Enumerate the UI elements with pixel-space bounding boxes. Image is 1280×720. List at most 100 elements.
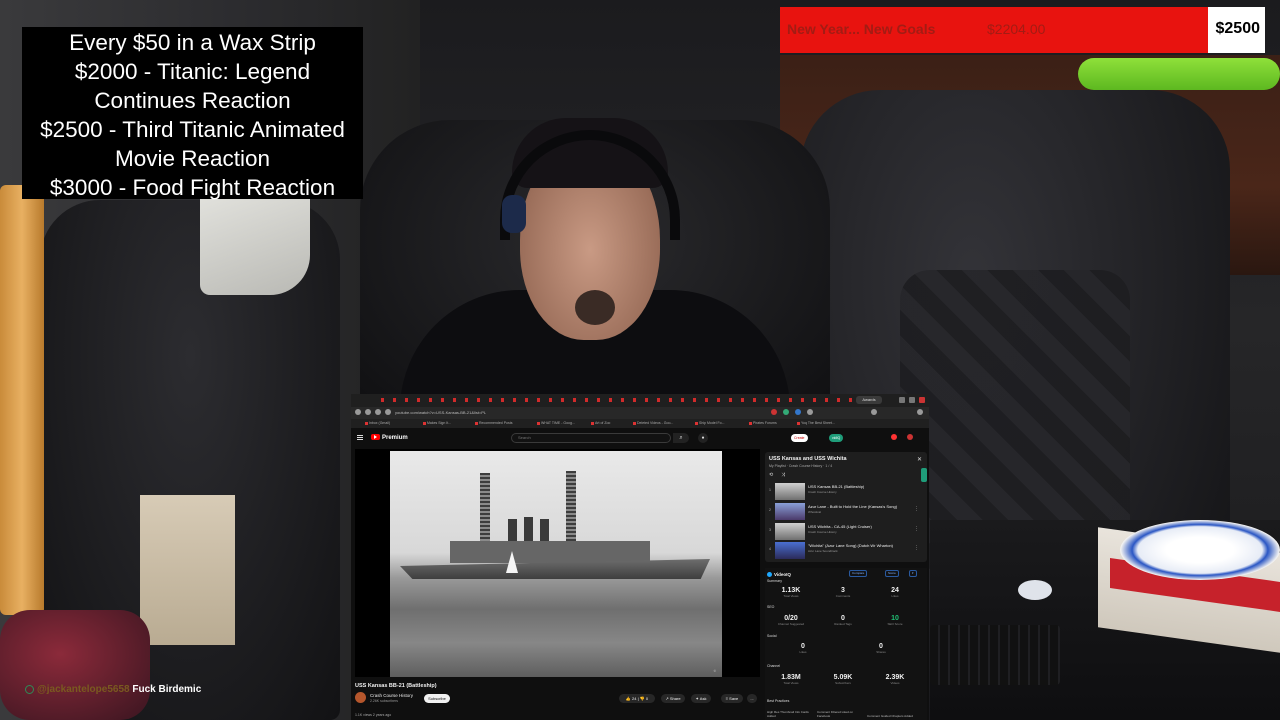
- loop-icon[interactable]: ⟲: [769, 472, 773, 478]
- vidiq-section-best-practices: Best Practices: [767, 699, 790, 703]
- vidiq-section-seo: SEO: [767, 605, 775, 609]
- playlist-item-title: "Wichita" (Azur Lane Song) (Dutch Wr Wha…: [808, 543, 894, 548]
- playlist-item-channel: Crash Course History: [808, 530, 837, 534]
- avatar[interactable]: [907, 434, 913, 440]
- bookmark-item[interactable]: WHAT TIME - Goog...: [537, 421, 575, 426]
- like-dislike-button[interactable]: 👍 24 | 👎 0: [619, 694, 655, 703]
- bookmark-item[interactable]: Deleted Videos - Goo...: [633, 421, 673, 426]
- bookmark-item[interactable]: Makes Sign It...: [423, 421, 451, 426]
- goal-list-overlay: Every $50 in a Wax Strip $2000 - Titanic…: [22, 27, 363, 200]
- youtube-play-icon: [371, 434, 380, 440]
- share-button[interactable]: ↗ Share: [661, 694, 685, 703]
- goal-line: $2000 - Titanic: Legend: [74, 59, 311, 84]
- playlist-thumbnail: [775, 523, 805, 540]
- playlist-title[interactable]: USS Kansas and USS Wichita: [769, 456, 847, 462]
- browser-window: Awards youtube.com/watch?v=USS-Kansas-BB…: [351, 394, 929, 720]
- playlist-index: 3: [769, 528, 771, 532]
- playlist-panel: USS Kansas and USS Wichita My Playlist ·…: [765, 452, 927, 562]
- ask-button[interactable]: ✦ Ask: [691, 694, 711, 703]
- notifications-icon[interactable]: [891, 434, 897, 440]
- stat-channel-subscribers: 5.09K Subscribers: [833, 674, 853, 685]
- close-icon[interactable]: ✕: [917, 456, 922, 463]
- playlist-scroll-handle[interactable]: [921, 468, 927, 482]
- playlist-item[interactable]: 1 USS Kansas BB-21 (Battleship) Crash Co…: [769, 482, 919, 500]
- extension-icon[interactable]: [783, 409, 789, 415]
- youtube-logo[interactable]: Premium: [371, 434, 408, 442]
- donation-goal-bar: New Year... New Goals $2204.00 $2500: [780, 7, 1265, 53]
- extension-icon[interactable]: [771, 409, 777, 415]
- playlist-thumbnail: [775, 503, 805, 520]
- vidiq-header: VideoIQ Compare Score ▾: [765, 568, 927, 582]
- shuffle-icon[interactable]: ⤨: [781, 472, 785, 478]
- playlist-item-channel: Azur Lane Soundtrack: [808, 549, 838, 553]
- back-icon[interactable]: [355, 409, 361, 415]
- home-icon[interactable]: [385, 409, 391, 415]
- search-button[interactable]: ⌕: [673, 433, 689, 443]
- playlist-item[interactable]: 2 Azur Lane - Built to Hold the Line (Ka…: [769, 502, 919, 520]
- bookmark-item[interactable]: Ship Model Fo...: [695, 421, 724, 426]
- url-field[interactable]: youtube.com/watch?v=USS-Kansas-BB-21&lis…: [395, 410, 725, 416]
- playlist-index: 4: [769, 547, 771, 551]
- headphone-cup: [502, 195, 526, 233]
- best-practice-item: Comment Guided Chapters Added: [867, 714, 913, 718]
- video-frame[interactable]: ©: [390, 451, 722, 677]
- stat-seo-score: 10 SEO Score: [887, 615, 903, 626]
- playlist-item[interactable]: 4 "Wichita" (Azur Lane Song) (Dutch Wr W…: [769, 541, 919, 559]
- more-button[interactable]: ...: [747, 694, 757, 703]
- chat-message: @jackantelope5658 Fuck Birdemic: [25, 684, 201, 695]
- bookmark-item[interactable]: Inbox (Gmail): [365, 421, 390, 426]
- vidiq-logo: VideoIQ: [767, 572, 791, 577]
- vidiq-pill[interactable]: vidIQ: [829, 434, 844, 442]
- close-icon[interactable]: [919, 397, 925, 403]
- stat-total-views: 1.13K Total Views: [781, 587, 801, 598]
- ship-superstructure: [450, 541, 650, 563]
- goal-current-amount: $2204.00: [987, 21, 1046, 37]
- tab-favicons[interactable]: [381, 398, 871, 402]
- cardboard-box: [140, 495, 235, 645]
- channel-name[interactable]: Crash Course History: [370, 693, 413, 698]
- streamer-beard: [575, 290, 615, 325]
- compare-button[interactable]: Compare: [849, 570, 868, 577]
- score-button[interactable]: Score: [885, 570, 899, 577]
- bookmark-item[interactable]: Pirates Forums: [749, 421, 777, 426]
- minimize-icon[interactable]: [899, 397, 905, 403]
- reload-icon[interactable]: [375, 409, 381, 415]
- stat-social-likes: 0 Likes: [799, 643, 807, 654]
- bookmark-item[interactable]: Yoq The Best Sheet...: [797, 421, 835, 426]
- tab-active[interactable]: Awards: [856, 396, 882, 404]
- save-button[interactable]: ≡ Save: [721, 694, 743, 703]
- channel-avatar[interactable]: [355, 692, 366, 703]
- goal-line: Movie Reaction: [114, 146, 271, 171]
- search-input[interactable]: Search: [511, 433, 671, 443]
- playlist-thumbnail: [775, 542, 805, 559]
- maximize-icon[interactable]: [909, 397, 915, 403]
- youtube-header: Premium Search ⌕ ● Create vidIQ: [351, 432, 929, 444]
- playlist-item-title: USS Kansas BB-21 (Battleship): [808, 484, 865, 489]
- sailboat: [506, 551, 518, 573]
- stat-channel-videos: 2.39K Videos: [885, 674, 905, 685]
- more-vert-icon[interactable]: ⋮: [914, 526, 919, 532]
- more-vert-icon[interactable]: ⋮: [914, 545, 919, 551]
- playlist-thumbnail: [775, 483, 805, 500]
- chat-badge-icon: [25, 684, 34, 694]
- bookmark-item[interactable]: Recommended Posts: [475, 421, 512, 426]
- forward-icon[interactable]: [365, 409, 371, 415]
- extension-icon[interactable]: [807, 409, 813, 415]
- header-pill[interactable]: Create: [791, 434, 808, 442]
- profile-icon[interactable]: [871, 409, 877, 415]
- bookmark-item[interactable]: Art of Zoo: [591, 421, 610, 426]
- menu-icon[interactable]: [917, 409, 923, 415]
- extension-icon[interactable]: [795, 409, 801, 415]
- chat-username: @jackantelope5658: [37, 684, 130, 695]
- video-player[interactable]: ©: [355, 449, 760, 677]
- subscribe-button[interactable]: Subscribe: [424, 694, 450, 703]
- playlist-meta: My Playlist · Crash Course History · 1 /…: [769, 464, 833, 468]
- more-vert-icon[interactable]: ⋮: [914, 506, 919, 512]
- hamburger-icon[interactable]: [357, 435, 363, 440]
- ship-mast: [480, 473, 490, 548]
- expand-icon[interactable]: ▾: [909, 570, 917, 577]
- tab-strip: Awards: [351, 394, 929, 407]
- mic-icon[interactable]: ●: [698, 433, 708, 443]
- vidiq-icon: [767, 572, 772, 577]
- playlist-item[interactable]: 3 USS Wichita - CA-45 (Light Cruiser) Cr…: [769, 522, 919, 540]
